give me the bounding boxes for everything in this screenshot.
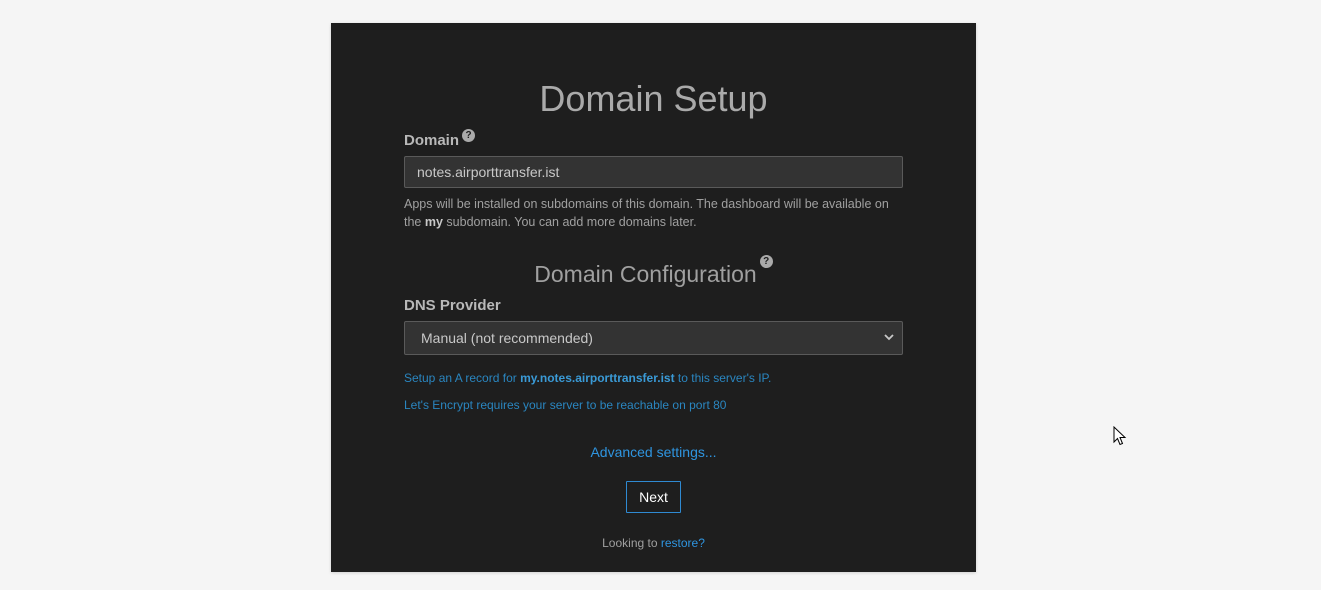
dns-label: DNS Provider: [404, 297, 501, 314]
question-circle-icon[interactable]: ?: [462, 129, 476, 142]
domain-label-text: Domain: [404, 132, 460, 149]
domain-help-bold: my: [424, 215, 443, 229]
restore-prefix: Looking to: [602, 536, 661, 550]
restore-link[interactable]: restore?: [661, 536, 705, 550]
dns-provider-value: Manual (not recommended): [421, 330, 593, 346]
letsencrypt-note: Let's Encrypt requires your server to be…: [404, 398, 727, 412]
chevron-down-icon: [884, 322, 894, 367]
config-title: Domain Configuration?: [331, 255, 976, 288]
page-title: Domain Setup: [539, 78, 768, 119]
question-circle-icon[interactable]: ?: [759, 255, 773, 268]
dns-provider-select[interactable]: Manual (not recommended): [404, 321, 903, 355]
mouse-cursor-icon: [1113, 425, 1127, 446]
config-title-text: Domain Configuration: [534, 261, 757, 287]
restore-text: Looking to restore?: [331, 536, 976, 550]
next-button[interactable]: Next: [626, 481, 681, 513]
domain-label: Domain?: [404, 129, 476, 149]
domain-help-part2: subdomain. You can add more domains late…: [442, 215, 697, 229]
record-host: my.notes.airporttransfer.ist: [520, 371, 675, 385]
a-record-info: Setup an A record for my.notes.airporttr…: [404, 371, 771, 385]
record-suffix: to this server's IP.: [674, 371, 772, 385]
setup-card: Domain Setup Domain? Apps will be instal…: [331, 23, 976, 572]
advanced-settings-link[interactable]: Advanced settings...: [331, 444, 976, 460]
domain-input[interactable]: [404, 156, 903, 188]
record-prefix: Setup an A record for: [404, 371, 521, 385]
domain-help-text: Apps will be installed on subdomains of …: [404, 195, 904, 231]
